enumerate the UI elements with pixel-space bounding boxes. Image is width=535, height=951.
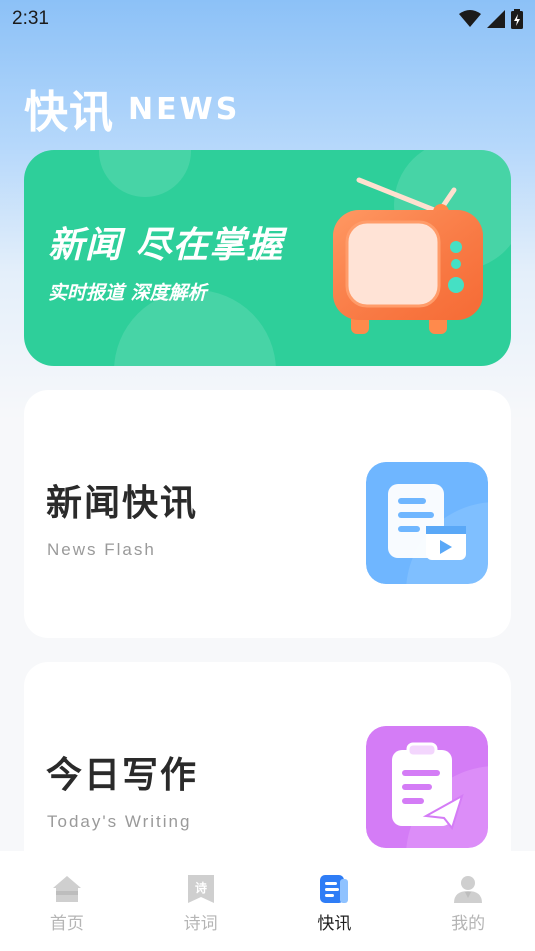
tab-poem[interactable]: 诗 诗词 [134,851,268,951]
battery-icon [511,9,523,29]
svg-text:诗: 诗 [195,880,207,895]
tab-news[interactable]: 快讯 [268,851,402,951]
banner-title: 新闻 尽在掌握 [48,225,284,266]
news-icon [320,875,349,903]
todays-writing-card[interactable]: 今日写作 Today's Writing [24,662,511,882]
card-subtitle: News Flash [47,540,156,559]
page-title: 快讯 [24,87,114,138]
bottom-tab-bar: 首页 诗 诗词 快讯 我的 [0,851,535,951]
clipboard-icon [366,726,488,848]
card-title: 今日写作 [46,755,199,796]
poem-icon: 诗 [187,875,214,903]
tab-label: 快讯 [317,914,352,934]
tab-profile[interactable]: 我的 [401,851,535,951]
signal-icon [487,10,505,28]
home-icon [52,876,81,902]
status-bar: 2:31 [0,0,535,38]
wifi-icon [459,10,481,27]
tab-label: 首页 [49,914,84,934]
tab-label: 诗词 [183,914,218,934]
status-icons [459,9,523,29]
news-flash-card[interactable]: 新闻快讯 News Flash [24,390,511,638]
banner-subtitle: 实时报道 深度解析 [48,282,207,304]
news-banner[interactable]: 新闻 尽在掌握 实时报道 深度解析 [24,150,511,366]
profile-icon [454,876,483,903]
news-document-icon [366,462,488,584]
card-subtitle: Today's Writing [47,812,192,831]
card-title: 新闻快讯 [46,483,199,524]
page-subtitle: NEWS [128,92,241,127]
status-time: 2:31 [12,8,49,29]
tab-home[interactable]: 首页 [0,851,134,951]
tab-label: 我的 [451,914,486,934]
tv-icon [333,177,483,334]
banner-decor-circle [99,150,191,197]
